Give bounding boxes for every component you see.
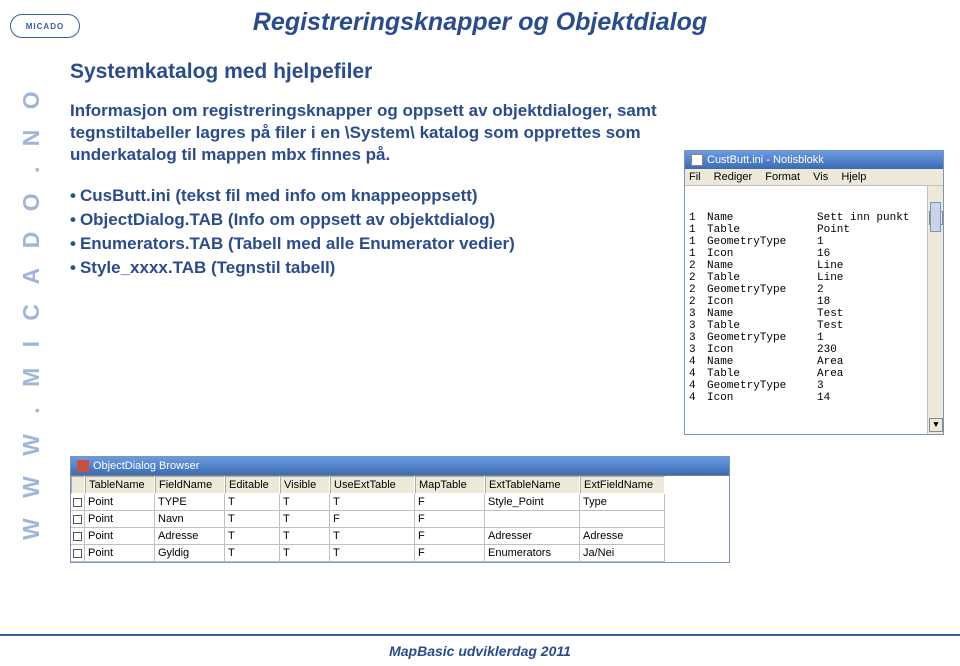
checkbox-icon[interactable] [73, 498, 82, 507]
notepad-line: 3GeometryType1 [689, 332, 939, 344]
notepad-titlebar[interactable]: CustButt.ini - Notisblokk [685, 151, 943, 169]
grid-cell[interactable]: T [280, 545, 330, 562]
row-selector[interactable] [71, 545, 85, 562]
notepad-window: CustButt.ini - Notisblokk Fil Rediger Fo… [684, 150, 944, 435]
notepad-line: 4Icon14 [689, 392, 939, 404]
checkbox-icon[interactable] [73, 549, 82, 558]
row-selector[interactable] [71, 494, 85, 511]
subtitle: Systemkatalog med hjelpefiler [70, 60, 940, 84]
notepad-line: 1GeometryType1 [689, 236, 939, 248]
side-brand-text: W W W . M I C A D O . N O [18, 84, 45, 540]
paragraph-text: Informasjon om registreringsknapper og o… [70, 100, 690, 166]
browser-grid: TableNameFieldNameEditableVisibleUseExtT… [71, 475, 729, 562]
browser-icon [77, 460, 89, 472]
grid-cell[interactable]: TYPE [155, 494, 225, 511]
checkbox-icon[interactable] [73, 532, 82, 541]
notepad-line: 1Icon16 [689, 248, 939, 260]
grid-cell[interactable]: T [225, 511, 280, 528]
grid-cell[interactable]: Gyldig [155, 545, 225, 562]
notepad-line: 1NameSett inn punkt [689, 212, 939, 224]
notepad-line: 3TableTest [689, 320, 939, 332]
grid-cell[interactable]: Point [85, 528, 155, 545]
notepad-line: 2GeometryType2 [689, 284, 939, 296]
grid-cell[interactable]: F [415, 494, 485, 511]
column-header[interactable]: ExtFieldName [580, 476, 665, 494]
grid-cell[interactable]: Adresse [580, 528, 665, 545]
notepad-line: 4TableArea [689, 368, 939, 380]
grid-cell[interactable]: Point [85, 511, 155, 528]
grid-cell[interactable]: T [225, 545, 280, 562]
notepad-line: 3Icon230 [689, 344, 939, 356]
grid-cell[interactable]: T [280, 528, 330, 545]
notepad-line: 2NameLine [689, 260, 939, 272]
checkbox-icon[interactable] [73, 515, 82, 524]
grid-cell[interactable] [485, 511, 580, 528]
grid-cell[interactable]: T [330, 528, 415, 545]
notepad-line: 3NameTest [689, 308, 939, 320]
column-header[interactable]: UseExtTable [330, 476, 415, 494]
row-selector[interactable] [71, 528, 85, 545]
objectdialog-browser: ObjectDialog Browser TableNameFieldNameE… [70, 456, 730, 563]
grid-cell[interactable]: T [330, 494, 415, 511]
notepad-line: 2TableLine [689, 272, 939, 284]
footer-text: MapBasic udviklerdag 2011 [389, 643, 571, 659]
grid-cell[interactable]: T [280, 494, 330, 511]
browser-title-text: ObjectDialog Browser [93, 460, 199, 472]
column-header[interactable]: Visible [280, 476, 330, 494]
menu-file[interactable]: Fil [689, 171, 701, 183]
menu-edit[interactable]: Rediger [714, 171, 753, 183]
grid-cell[interactable] [580, 511, 665, 528]
grid-cell[interactable]: T [280, 511, 330, 528]
grid-cell[interactable]: T [225, 494, 280, 511]
notepad-line: 4NameArea [689, 356, 939, 368]
notepad-icon [691, 154, 703, 166]
grid-cell[interactable]: Adresse [155, 528, 225, 545]
grid-cell[interactable]: Enumerators [485, 545, 580, 562]
grid-cell[interactable]: Point [85, 545, 155, 562]
notepad-line: 2Icon18 [689, 296, 939, 308]
browser-titlebar[interactable]: ObjectDialog Browser [71, 457, 729, 475]
footer-bar: MapBasic udviklerdag 2011 [0, 634, 960, 666]
grid-cell[interactable]: Navn [155, 511, 225, 528]
slide-title: Registreringsknapper og Objektdialog [0, 8, 960, 37]
menu-view[interactable]: Vis [813, 171, 828, 183]
menu-help[interactable]: Hjelp [841, 171, 866, 183]
menu-format[interactable]: Format [765, 171, 800, 183]
column-header[interactable]: Editable [225, 476, 280, 494]
notepad-line: 4GeometryType3 [689, 380, 939, 392]
column-header[interactable]: ExtTableName [485, 476, 580, 494]
notepad-title-text: CustButt.ini - Notisblokk [707, 154, 824, 166]
column-header[interactable]: FieldName [155, 476, 225, 494]
column-header[interactable]: TableName [85, 476, 155, 494]
notepad-line: 1TablePoint [689, 224, 939, 236]
grid-cell[interactable]: Type [580, 494, 665, 511]
grid-cell[interactable]: F [415, 511, 485, 528]
scroll-thumb[interactable] [930, 202, 941, 232]
grid-cell[interactable]: Adresser [485, 528, 580, 545]
column-header[interactable]: MapTable [415, 476, 485, 494]
grid-cell[interactable]: T [225, 528, 280, 545]
scrollbar[interactable]: ▲ ▼ [927, 186, 943, 434]
grid-cell[interactable]: Point [85, 494, 155, 511]
grid-cell[interactable]: F [415, 528, 485, 545]
grid-cell[interactable]: F [330, 511, 415, 528]
scroll-down-icon[interactable]: ▼ [929, 418, 943, 432]
grid-cell[interactable]: F [415, 545, 485, 562]
grid-corner [71, 476, 85, 494]
row-selector[interactable] [71, 511, 85, 528]
notepad-menu: Fil Rediger Format Vis Hjelp [685, 169, 943, 186]
grid-cell[interactable]: T [330, 545, 415, 562]
notepad-body[interactable]: 1NameSett inn punkt1TablePoint1GeometryT… [685, 186, 943, 434]
grid-cell[interactable]: Ja/Nei [580, 545, 665, 562]
grid-cell[interactable]: Style_Point [485, 494, 580, 511]
